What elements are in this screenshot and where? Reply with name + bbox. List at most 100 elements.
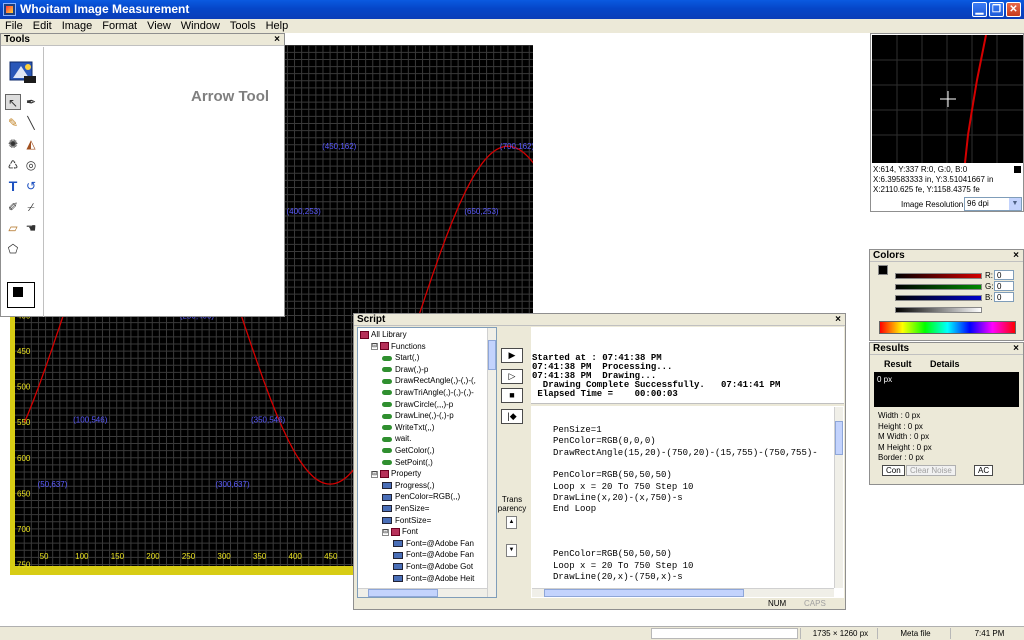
tree-item-14[interactable]: PenColor=RGB(,,)	[382, 492, 460, 501]
readout-inches: X:6.39583333 in, Y:3.51041667 in	[873, 175, 994, 184]
minimize-button[interactable]: ▁	[972, 2, 987, 17]
undo-icon[interactable]: ↺	[23, 178, 39, 194]
tree-horizontal-scrollbar[interactable]	[358, 588, 487, 597]
fg-bg-color-picker[interactable]	[7, 282, 35, 308]
tree-item-16[interactable]: FontSize=	[382, 516, 431, 525]
colors-panel-header: Colors ×	[870, 250, 1023, 262]
green-value-input[interactable]: 0	[994, 281, 1014, 291]
blue-value-input[interactable]: 0	[994, 292, 1014, 302]
picker-tool-icon[interactable]: ⌿	[23, 199, 39, 215]
menu-file[interactable]: File	[0, 19, 28, 33]
stop-script-button[interactable]: ■	[501, 388, 523, 403]
eyedropper-tool-icon[interactable]: ✒	[23, 94, 39, 110]
resolution-select[interactable]: 96 dpi ▼	[964, 197, 1022, 211]
tree-item-11[interactable]: SetPoint(,)	[382, 458, 433, 467]
tree-item-19[interactable]: Font=@Adobe Fan	[393, 550, 474, 559]
tree-hscroll-thumb[interactable]	[368, 589, 438, 597]
editor-hscroll-thumb[interactable]	[544, 589, 744, 597]
con-button[interactable]: Con	[882, 465, 905, 476]
hand-tool-icon[interactable]: ☚	[23, 220, 39, 236]
tree-item-18[interactable]: Font=@Adobe Fan	[393, 539, 474, 548]
tree-item-13[interactable]: Progress(,)	[382, 481, 435, 490]
tree-item-1[interactable]: ⊟ Functions	[371, 342, 426, 351]
menu-image[interactable]: Image	[57, 19, 98, 33]
tree-item-label: SetPoint(,)	[395, 457, 433, 467]
tree-item-5[interactable]: DrawTriAngle(,)-(,)-(,)-	[382, 388, 474, 397]
editor-vertical-scrollbar[interactable]	[834, 407, 843, 588]
tab-result[interactable]: Result	[884, 359, 912, 369]
tree-item-20[interactable]: Font=@Adobe Got	[393, 562, 473, 571]
chevron-down-icon[interactable]: ▼	[1009, 198, 1021, 210]
menu-tools[interactable]: Tools	[225, 19, 261, 33]
red-slider[interactable]	[895, 273, 982, 279]
stamp-tool-icon[interactable]: ♺	[5, 157, 21, 173]
clear-noise-button[interactable]: Clear Noise	[906, 465, 956, 476]
script-editor[interactable]: PenSize=1 PenColor=RGB(0,0,0) DrawRectAngl…	[531, 406, 844, 598]
function-icon	[382, 355, 392, 361]
script-window: Script × All Library ⊟ Functions Start(,) Dr…	[353, 313, 846, 610]
tools-close-button[interactable]: ×	[274, 34, 280, 46]
tree-item-label: Property	[391, 469, 422, 479]
tree-scroll-thumb[interactable]	[488, 340, 496, 370]
tree-item-label: GetColor(,)	[395, 446, 435, 455]
current-color-swatch[interactable]	[878, 265, 888, 275]
tree-expander-icon[interactable]: ⊟	[371, 342, 378, 350]
tab-details[interactable]: Details	[930, 359, 960, 369]
tree-item-0[interactable]: All Library	[360, 330, 407, 339]
results-stats: Width : 0 px Height : 0 px M Width : 0 p…	[878, 411, 932, 464]
tree-item-2[interactable]: Start(,)	[382, 353, 419, 362]
tree-item-4[interactable]: DrawRectAngle(,)-(,)-(,	[382, 376, 476, 385]
foreground-color-swatch[interactable]	[13, 287, 23, 297]
editor-scroll-thumb[interactable]	[835, 421, 843, 455]
ac-button[interactable]: AC	[974, 465, 994, 476]
editor-horizontal-scrollbar[interactable]	[532, 588, 834, 597]
transparency-down-button[interactable]: ▼	[506, 544, 517, 557]
fill-bucket-icon[interactable]: ◭	[23, 136, 39, 152]
tree-item-3[interactable]: Draw(,)-p	[382, 365, 428, 374]
results-close-button[interactable]: ×	[1013, 343, 1019, 355]
tree-item-6[interactable]: DrawCircle(,,,)-p	[382, 400, 453, 409]
tree-expander-icon[interactable]: ⊟	[371, 470, 378, 478]
blue-slider[interactable]	[895, 295, 982, 301]
menu-help[interactable]: Help	[261, 19, 294, 33]
tree-item-10[interactable]: GetColor(,)	[382, 446, 435, 455]
run-script-button[interactable]: ▶	[501, 348, 523, 363]
polygon-tool-icon[interactable]: ⬠	[5, 241, 21, 257]
step-script-button[interactable]: ▷	[501, 369, 523, 384]
menu-format[interactable]: Format	[97, 19, 142, 33]
tree-item-label: DrawCircle(,,,)-p	[395, 399, 454, 409]
color-spectrum[interactable]	[879, 321, 1016, 334]
close-button[interactable]: ✕	[1006, 2, 1021, 17]
tree-item-9[interactable]: wait.	[382, 434, 411, 443]
arrow-tool-icon[interactable]: ↖	[5, 94, 21, 110]
green-slider[interactable]	[895, 284, 982, 290]
lasso-tool-icon[interactable]: ◎	[23, 157, 39, 173]
tree-item-15[interactable]: PenSize=	[382, 504, 429, 513]
spray-tool-icon[interactable]: ✺	[5, 136, 21, 152]
menu-edit[interactable]: Edit	[28, 19, 57, 33]
library-tree[interactable]: All Library ⊟ Functions Start(,) Draw(,)-p Dr…	[357, 327, 497, 598]
menu-window[interactable]: Window	[176, 19, 225, 33]
menu-view[interactable]: View	[142, 19, 176, 33]
text-tool-icon[interactable]: T	[5, 178, 21, 194]
tree-item-17[interactable]: ⊟ Font	[382, 527, 418, 536]
brush-tool-icon[interactable]: ✐	[5, 199, 21, 215]
colors-close-button[interactable]: ×	[1013, 250, 1019, 262]
red-value-input[interactable]: 0	[994, 270, 1014, 280]
zoom-view[interactable]	[872, 35, 1023, 163]
tree-vertical-scrollbar[interactable]	[487, 328, 496, 597]
tree-item-7[interactable]: DrawLine(,)-(,)-p	[382, 411, 454, 420]
restore-button[interactable]: ❐	[989, 2, 1004, 17]
ruler-tool-icon[interactable]: ▱	[5, 220, 21, 236]
pause-script-button[interactable]: |◆	[501, 409, 523, 424]
pencil-tool-icon[interactable]: ✎	[5, 115, 21, 131]
tree-item-21[interactable]: Font=@Adobe Heit	[393, 574, 474, 583]
code-line-2: DrawRectAngle(15,20)-(750,20)-(15,755)-(…	[553, 447, 818, 458]
line-tool-icon[interactable]: ╲	[23, 115, 39, 131]
gray-slider[interactable]	[895, 307, 982, 313]
tree-expander-icon[interactable]: ⊟	[382, 528, 389, 536]
tree-item-12[interactable]: ⊟ Property	[371, 469, 421, 478]
transparency-up-button[interactable]: ▲	[506, 516, 517, 529]
tree-item-8[interactable]: WriteTxt(,,)	[382, 423, 434, 432]
script-close-button[interactable]: ×	[835, 314, 841, 326]
